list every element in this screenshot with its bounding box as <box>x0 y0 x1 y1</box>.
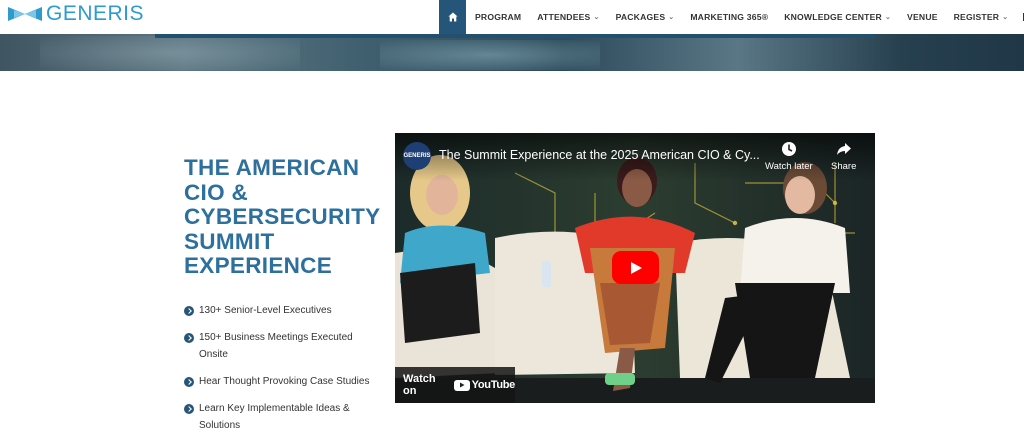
hero-glow <box>380 40 600 70</box>
share-icon <box>836 143 851 155</box>
youtube-logo: YouTube <box>453 379 516 391</box>
nav-item-program[interactable]: PROGRAM <box>466 0 529 34</box>
nav-item-label: ATTENDEES <box>537 12 591 22</box>
chevron-down-icon: ⌄ <box>593 14 600 21</box>
chevron-down-icon: ⌄ <box>884 14 892 21</box>
home-icon <box>448 12 457 22</box>
nav-item-knowledge-center[interactable]: KNOWLEDGE CENTER ⌄ <box>776 0 899 34</box>
watch-later-button[interactable]: Watch later <box>765 141 813 172</box>
chevron-circle-icon <box>184 376 194 387</box>
nav-item-label: MARKETING 365® <box>690 12 769 22</box>
nav-item-label: KNOWLEDGE CENTER <box>784 12 882 22</box>
nav-item-label: REGISTER <box>953 12 1000 22</box>
watch-on-label: Watch on <box>403 373 436 397</box>
chevron-down-icon: ⌄ <box>1002 14 1009 21</box>
generis-logo[interactable]: GENERIS <box>8 2 145 25</box>
hero-banner <box>0 34 1024 71</box>
nav-item-marketing-365[interactable]: MARKETING 365® <box>682 0 776 34</box>
nav-item-venue[interactable]: VENUE <box>899 0 946 34</box>
watch-later-label: Watch later <box>765 161 813 172</box>
nav-item-attendees[interactable]: ATTENDEES ⌄ <box>529 0 607 34</box>
video-player[interactable]: GENERIS The Summit Experience at the 202… <box>395 133 875 403</box>
nav-item-label: VENUE <box>907 12 938 22</box>
nav-item-packages[interactable]: PACKAGES ⌄ <box>608 0 683 34</box>
site-header: GENERIS PROGRAM ATTENDEES ⌄ PACKAGES ⌄ M… <box>0 0 1024 34</box>
play-button[interactable] <box>612 251 659 284</box>
logo-text: GENERIS <box>46 2 145 25</box>
clock-icon <box>781 142 796 156</box>
chevron-down-icon: ⌄ <box>668 14 675 21</box>
generis-logo-mark-icon <box>8 7 42 21</box>
list-item: 150+ Business Meetings Executed Onsite <box>184 329 384 363</box>
list-item: Learn Key Implementable Ideas & Solution… <box>184 400 384 434</box>
nav-home-button[interactable] <box>439 0 466 34</box>
hero-accent-bar <box>155 34 875 38</box>
nav-item-label: PACKAGES <box>615 12 666 22</box>
list-item: Hear Thought Provoking Case Studies <box>184 373 384 390</box>
highlights-list: 130+ Senior-Level Executives 150+ Busine… <box>184 302 384 444</box>
list-item-text: 150+ Business Meetings Executed Onsite <box>199 332 353 360</box>
list-item-text: Learn Key Implementable Ideas & Solution… <box>199 403 350 431</box>
list-item: 130+ Senior-Level Executives <box>184 302 384 319</box>
share-label: Share <box>831 161 857 172</box>
nav-mail-button[interactable] <box>1016 0 1024 34</box>
play-icon <box>630 261 642 274</box>
chevron-circle-icon <box>184 403 194 414</box>
list-item-text: 130+ Senior-Level Executives <box>199 305 332 316</box>
channel-avatar[interactable]: GENERIS <box>403 142 431 170</box>
share-button[interactable]: Share <box>831 141 856 172</box>
nav-item-register[interactable]: REGISTER ⌄ <box>946 0 1017 34</box>
list-item-text: Hear Thought Provoking Case Studies <box>199 376 370 387</box>
channel-avatar-label: GENERIS <box>403 153 431 159</box>
chevron-circle-icon <box>184 305 194 316</box>
section-title: THE AMERICAN CIO & CYBERSECURITY SUMMIT … <box>184 155 381 278</box>
youtube-play-icon <box>453 379 470 391</box>
nav-item-label: PROGRAM <box>475 12 522 22</box>
youtube-wordmark: YouTube <box>471 379 516 391</box>
main-nav: PROGRAM ATTENDEES ⌄ PACKAGES ⌄ MARKETING… <box>439 0 1024 34</box>
chevron-circle-icon <box>184 332 194 343</box>
watch-on-youtube-button[interactable]: Watch on YouTube <box>395 367 515 403</box>
video-title[interactable]: The Summit Experience at the 2025 Americ… <box>439 148 760 162</box>
hero-glow <box>40 36 300 70</box>
